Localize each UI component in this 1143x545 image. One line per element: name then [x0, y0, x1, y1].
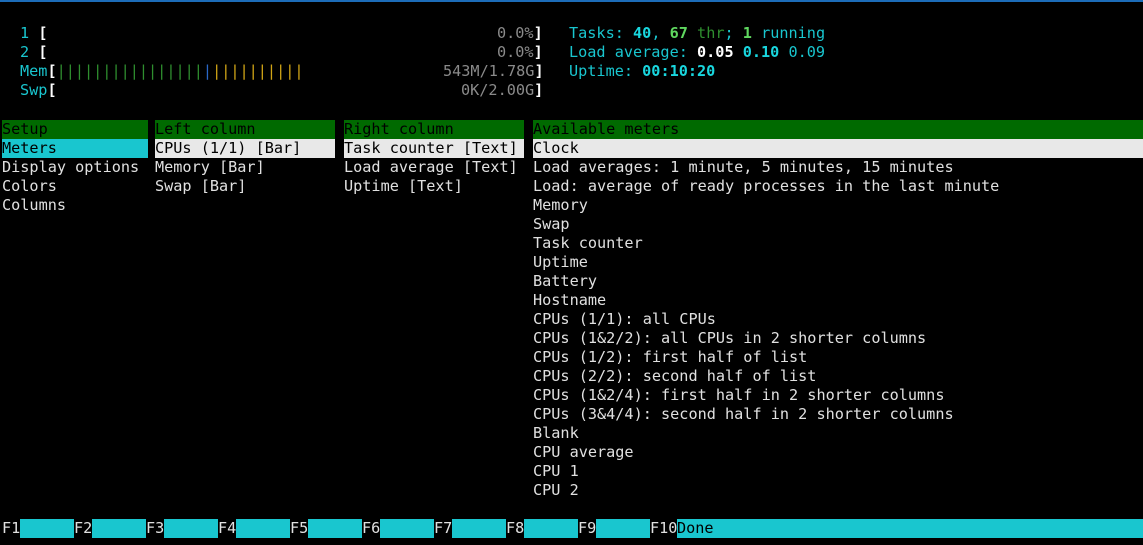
available-item[interactable]: Hostname — [533, 291, 606, 310]
fkey-f9-button[interactable] — [596, 519, 650, 538]
fkey-f8-button[interactable] — [524, 519, 578, 538]
available-item[interactable]: Task counter — [533, 234, 643, 253]
fkey-f3-button[interactable] — [164, 519, 218, 538]
available-item[interactable]: CPUs (1&2/2): all CPUs in 2 shorter colu… — [533, 329, 926, 348]
swp-value: 0K/2.00G — [461, 81, 535, 99]
mem-close-bracket: ] — [534, 62, 544, 80]
available-item[interactable]: Blank — [533, 424, 579, 443]
available-item[interactable]: Load: average of ready processes in the … — [533, 177, 999, 196]
available-item[interactable]: CPU 2 — [533, 481, 579, 500]
fkey-f4-key: F4 — [218, 519, 237, 537]
fkey-f7-button[interactable] — [452, 519, 506, 538]
cpu1-meter: 1 [ — [20, 24, 47, 43]
swp-meter: Swp[ — [20, 81, 57, 100]
running-label: running — [751, 24, 826, 42]
left-column-header: Left column — [155, 120, 335, 139]
setup-item-colors[interactable]: Colors — [2, 177, 57, 196]
mem-meter: Mem[||||||||||||||||||||||||||| — [20, 62, 304, 81]
cpu2-value: 0.0% — [497, 43, 534, 61]
fkey-f6-key: F6 — [362, 519, 381, 537]
running-count: 1 — [742, 24, 752, 42]
setup-item-display-options[interactable]: Display options — [2, 158, 139, 177]
threads-count: 67 — [669, 24, 688, 42]
available-item[interactable]: CPUs (3&4/4): second half in 2 shorter c… — [533, 405, 954, 424]
cpu1-value-group: 0.0%] — [497, 24, 543, 43]
available-item[interactable]: CPU average — [533, 443, 634, 462]
mem-open-bracket: [ — [47, 62, 57, 80]
available-item-clock[interactable]: Clock — [533, 139, 1143, 158]
load-label: Load average: — [569, 43, 698, 61]
cpu2-meter: 2 [ — [20, 43, 47, 62]
load-1min: 0.05 — [697, 43, 734, 61]
available-item[interactable]: CPUs (1/2): first half of list — [533, 348, 807, 367]
cpu2-label: 2 — [20, 43, 30, 61]
uptime-label: Uptime: — [569, 62, 643, 80]
swp-close-bracket: ] — [534, 81, 544, 99]
fkey-f1-button[interactable] — [20, 519, 74, 538]
setup-item-columns[interactable]: Columns — [2, 196, 66, 215]
available-meters-header: Available meters — [533, 120, 1143, 139]
available-item[interactable]: Uptime — [533, 253, 588, 272]
tasks-meter: Tasks: 40, 67 thr; 1 running — [569, 24, 825, 43]
setup-item-meters[interactable]: Meters — [2, 139, 148, 158]
fkey-f3-key: F3 — [146, 519, 165, 537]
swp-open-bracket: [ — [47, 81, 57, 99]
fkey-f7-key: F7 — [434, 519, 453, 537]
available-item[interactable]: Memory — [533, 196, 588, 215]
load-5min: 0.10 — [742, 43, 780, 61]
mem-buffer-bar: | — [202, 62, 213, 80]
fkey-f10-key: F10 — [650, 519, 678, 537]
right-column-header: Right column — [344, 120, 524, 139]
mem-label: Mem — [20, 62, 48, 80]
fkey-f5-button[interactable] — [308, 519, 362, 538]
fkey-f6-button[interactable] — [380, 519, 434, 538]
available-item[interactable]: CPUs (1/1): all CPUs — [533, 310, 716, 329]
fkey-f8-key: F8 — [506, 519, 525, 537]
fkey-f1-key: F1 — [2, 519, 21, 537]
fkey-f2-button[interactable] — [92, 519, 146, 538]
fkey-f9-key: F9 — [578, 519, 597, 537]
fkey-f10-done-button[interactable]: Done — [677, 519, 1143, 538]
available-item[interactable]: Swap — [533, 215, 570, 234]
right-column-item-task-counter[interactable]: Task counter [Text] — [344, 139, 524, 158]
mem-used-bar: |||||||||||||||| — [56, 62, 203, 80]
fkey-f5-key: F5 — [290, 519, 309, 537]
tasks-sep2: ; — [724, 24, 743, 42]
cpu1-value: 0.0% — [497, 24, 534, 42]
load-average-meter: Load average: 0.05 0.10 0.09 — [569, 43, 825, 62]
swp-value-group: 0K/2.00G] — [461, 81, 543, 100]
left-column-item-cpus[interactable]: CPUs (1/1) [Bar] — [155, 139, 335, 158]
window-top-border — [0, 0, 1143, 2]
cpu2-value-group: 0.0%] — [497, 43, 543, 62]
uptime-meter: Uptime: 00:10:20 — [569, 62, 715, 81]
threads-label: thr — [687, 24, 725, 42]
uptime-value: 00:10:20 — [642, 62, 716, 80]
left-column-item-memory[interactable]: Memory [Bar] — [155, 158, 265, 177]
tasks-count: 40 — [633, 24, 652, 42]
cpu1-open-bracket: [ — [38, 24, 48, 42]
fkey-f4-button[interactable] — [236, 519, 290, 538]
cpu2-close-bracket: ] — [533, 43, 543, 61]
available-item[interactable]: CPU 1 — [533, 462, 579, 481]
tasks-sep1: , — [651, 24, 670, 42]
load-15min: 0.09 — [788, 43, 826, 61]
cpu1-label: 1 — [20, 24, 30, 42]
cpu1-close-bracket: ] — [533, 24, 543, 42]
left-column-item-swap[interactable]: Swap [Bar] — [155, 177, 246, 196]
cpu2-open-bracket: [ — [38, 43, 48, 61]
setup-header: Setup — [2, 120, 148, 139]
swp-label: Swp — [20, 81, 48, 99]
available-item[interactable]: Load averages: 1 minute, 5 minutes, 15 m… — [533, 158, 954, 177]
available-item[interactable]: Battery — [533, 272, 597, 291]
mem-cache-bar: |||||||||| — [212, 62, 304, 80]
mem-value-group: 543M/1.78G] — [443, 62, 544, 81]
right-column-item-load-average[interactable]: Load average [Text] — [344, 158, 518, 177]
available-item[interactable]: CPUs (1&2/4): first half in 2 shorter co… — [533, 386, 944, 405]
right-column-item-uptime[interactable]: Uptime [Text] — [344, 177, 463, 196]
fkey-f2-key: F2 — [74, 519, 93, 537]
available-item[interactable]: CPUs (2/2): second half of list — [533, 367, 816, 386]
mem-value: 543M/1.78G — [443, 62, 535, 80]
tasks-label: Tasks: — [569, 24, 634, 42]
